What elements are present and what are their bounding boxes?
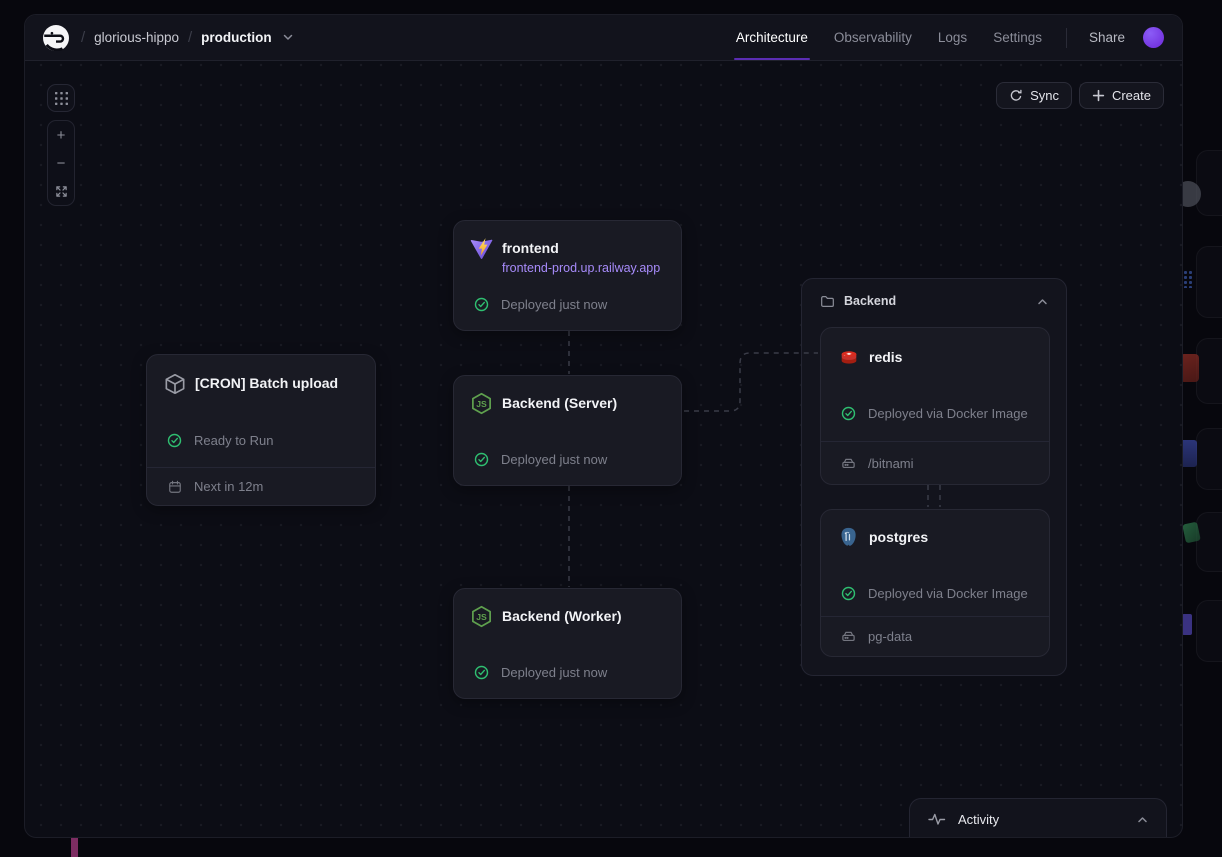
tab-architecture[interactable]: Architecture (736, 15, 808, 60)
volume-row[interactable]: /bitnami (821, 441, 1049, 484)
service-card-redis[interactable]: redis Deployed via Docker Image (820, 327, 1050, 485)
service-status: Deployed just now (501, 297, 607, 312)
group-header[interactable]: Backend (802, 279, 1066, 323)
check-circle-icon (470, 297, 493, 312)
calendar-icon (163, 480, 186, 494)
service-name: Backend (Worker) (502, 605, 622, 628)
service-status: Ready to Run (194, 433, 274, 448)
railway-logo-icon[interactable] (43, 25, 69, 51)
architecture-canvas[interactable]: + − Sync (25, 61, 1182, 837)
cron-next-run: Next in 12m (194, 479, 263, 494)
service-card-postgres[interactable]: postgres Deployed via Docker Image (820, 509, 1050, 657)
activity-panel[interactable]: Activity (909, 798, 1167, 838)
app-window: / glorious-hippo / production Architectu… (24, 14, 1183, 838)
chevron-up-icon[interactable] (1037, 298, 1048, 305)
redis-icon (837, 346, 860, 369)
background-accent-bar (71, 838, 78, 857)
canvas-actions: Sync Create (996, 82, 1164, 109)
navbar-right: Architecture Observability Logs Settings… (736, 15, 1164, 60)
check-circle-icon (163, 433, 186, 448)
check-circle-icon (470, 452, 493, 467)
check-circle-icon (837, 406, 860, 421)
service-group-backend[interactable]: Backend (801, 278, 1067, 676)
service-status: Deployed just now (501, 665, 607, 680)
folder-icon (820, 294, 835, 309)
create-label: Create (1112, 88, 1151, 103)
share-button[interactable]: Share (1089, 30, 1125, 45)
service-card-backend-server[interactable]: JS Backend (Server) Deployed just now (453, 375, 682, 486)
breadcrumb-separator: / (188, 29, 192, 46)
service-card-cron[interactable]: [CRON] Batch upload Ready to Run Next in… (146, 354, 376, 506)
background-card (1196, 150, 1222, 216)
grid-icon (55, 92, 68, 105)
service-name: postgres (869, 526, 928, 549)
layout-grid-button[interactable] (47, 84, 75, 112)
top-navbar: / glorious-hippo / production Architectu… (25, 15, 1182, 61)
breadcrumb-project[interactable]: glorious-hippo (94, 30, 179, 45)
user-avatar[interactable] (1143, 27, 1164, 48)
group-name: Backend (844, 294, 896, 308)
zoom-in-button[interactable]: + (48, 121, 74, 149)
vite-icon (470, 237, 493, 260)
navbar-divider (1066, 28, 1067, 48)
zoom-out-button[interactable]: − (48, 149, 74, 177)
expand-icon (55, 185, 68, 198)
service-status: Deployed via Docker Image (868, 586, 1028, 601)
check-circle-icon (470, 665, 493, 680)
breadcrumb-separator: / (81, 29, 85, 46)
nodejs-icon: JS (470, 605, 493, 628)
sync-icon (1009, 89, 1023, 103)
background-card (1196, 600, 1222, 662)
nav-tabs: Architecture Observability Logs Settings (736, 15, 1042, 60)
background-card (1196, 246, 1222, 318)
service-status: Deployed just now (501, 452, 607, 467)
service-name: Backend (Server) (502, 392, 617, 415)
create-button[interactable]: Create (1079, 82, 1164, 109)
background-card (1196, 512, 1222, 572)
background-card (1196, 338, 1222, 404)
tab-logs[interactable]: Logs (938, 15, 967, 60)
check-circle-icon (837, 586, 860, 601)
fit-view-button[interactable] (48, 177, 74, 205)
cube-icon (163, 372, 186, 395)
volume-name: /bitnami (868, 456, 914, 471)
background-service-icon (1182, 614, 1192, 635)
postgresql-icon (837, 526, 860, 549)
tab-settings[interactable]: Settings (993, 15, 1042, 60)
activity-label: Activity (958, 812, 999, 827)
volume-name: pg-data (868, 629, 912, 644)
breadcrumb: / glorious-hippo / production (81, 29, 293, 46)
edge-server-group (684, 353, 818, 411)
sync-label: Sync (1030, 88, 1059, 103)
service-domain-link[interactable]: frontend-prod.up.railway.app (502, 261, 660, 275)
svg-text:JS: JS (476, 612, 487, 622)
service-name: redis (869, 346, 902, 369)
chevron-up-icon[interactable] (1137, 816, 1148, 823)
zoom-controls: + − (47, 120, 75, 206)
tab-observability[interactable]: Observability (834, 15, 912, 60)
service-status: Deployed via Docker Image (868, 406, 1028, 421)
activity-pulse-icon (928, 812, 946, 826)
background-card (1196, 428, 1222, 490)
svg-text:JS: JS (476, 399, 487, 409)
volume-icon (837, 629, 860, 644)
breadcrumb-environment[interactable]: production (201, 30, 272, 45)
nodejs-icon: JS (470, 392, 493, 415)
volume-row[interactable]: pg-data (821, 616, 1049, 656)
plus-icon (1092, 89, 1105, 102)
sync-button[interactable]: Sync (996, 82, 1072, 109)
service-card-frontend[interactable]: frontend frontend-prod.up.railway.app De… (453, 220, 682, 331)
cron-schedule-row: Next in 12m (147, 467, 375, 505)
service-name: [CRON] Batch upload (195, 372, 338, 395)
service-name: frontend (502, 237, 660, 260)
service-card-backend-worker[interactable]: JS Backend (Worker) Deployed just now (453, 588, 682, 699)
volume-icon (837, 456, 860, 471)
chevron-down-icon[interactable] (283, 34, 293, 41)
